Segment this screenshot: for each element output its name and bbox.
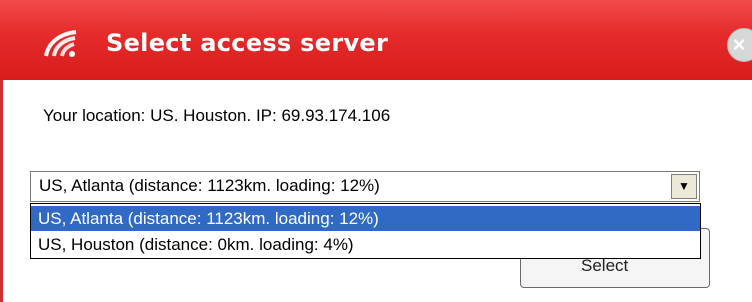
selected-server: US, Atlanta (distance: 1123km. loading: … (39, 176, 380, 195)
location-info: Your location: US. Houston. IP: 69.93.17… (43, 106, 391, 125)
server-dropdown-list: US, Atlanta (distance: 1123km. loading: … (30, 203, 701, 259)
server-option-houston[interactable]: US, Houston (distance: 0km. loading: 4%) (31, 232, 700, 257)
close-button[interactable]: × (727, 28, 752, 62)
server-select[interactable]: US, Atlanta (distance: 1123km. loading: … (30, 171, 700, 202)
select-button-label: Select (581, 256, 629, 275)
dialog-title: Select access server (106, 29, 389, 57)
dropdown-arrow-icon[interactable]: ▼ (671, 174, 697, 199)
close-icon: × (732, 32, 746, 57)
wifi-signal-icon (44, 30, 77, 57)
server-option-atlanta[interactable]: US, Atlanta (distance: 1123km. loading: … (31, 206, 700, 231)
title-bar: Select access server × (0, 0, 752, 80)
